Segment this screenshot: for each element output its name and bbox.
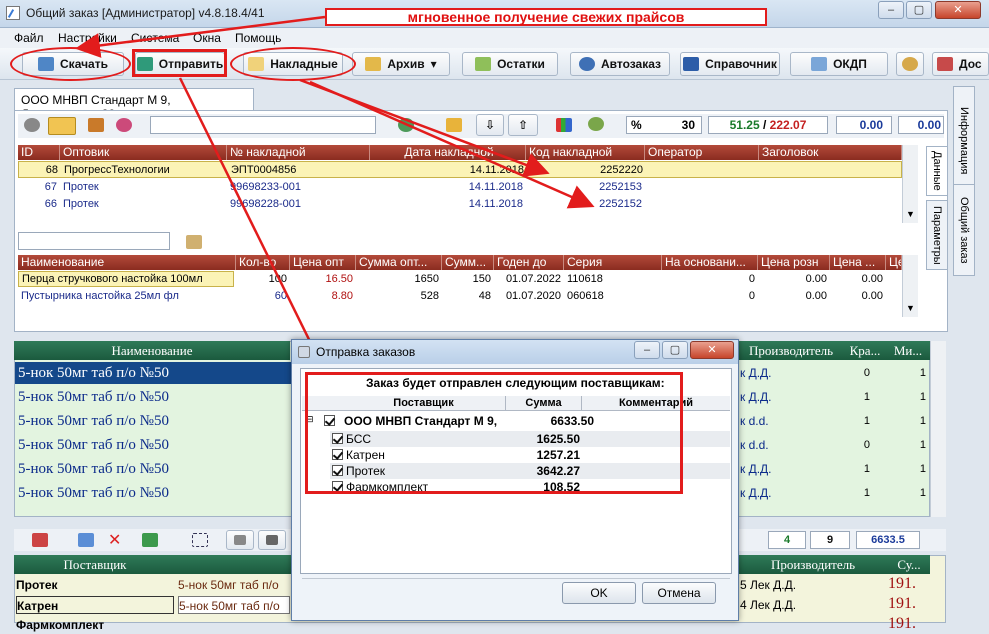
dialog-minimize-button[interactable]: – [634,341,660,359]
ok-button[interactable]: OK [562,582,636,604]
dialog-app-icon [298,346,310,358]
cancel-button[interactable]: Отмена [642,582,716,604]
dialog-close-button[interactable]: ✕ [690,341,734,359]
dialog-title: Отправка заказов [316,345,416,359]
arrow-to-download [75,15,326,58]
annotation-box-dialog [305,372,683,494]
dialog-restore-button[interactable]: ▢ [662,341,688,359]
arrow-to-dialog [178,77,333,387]
dialog-divider [302,578,730,579]
arrow-to-invoice-2 [309,80,595,209]
